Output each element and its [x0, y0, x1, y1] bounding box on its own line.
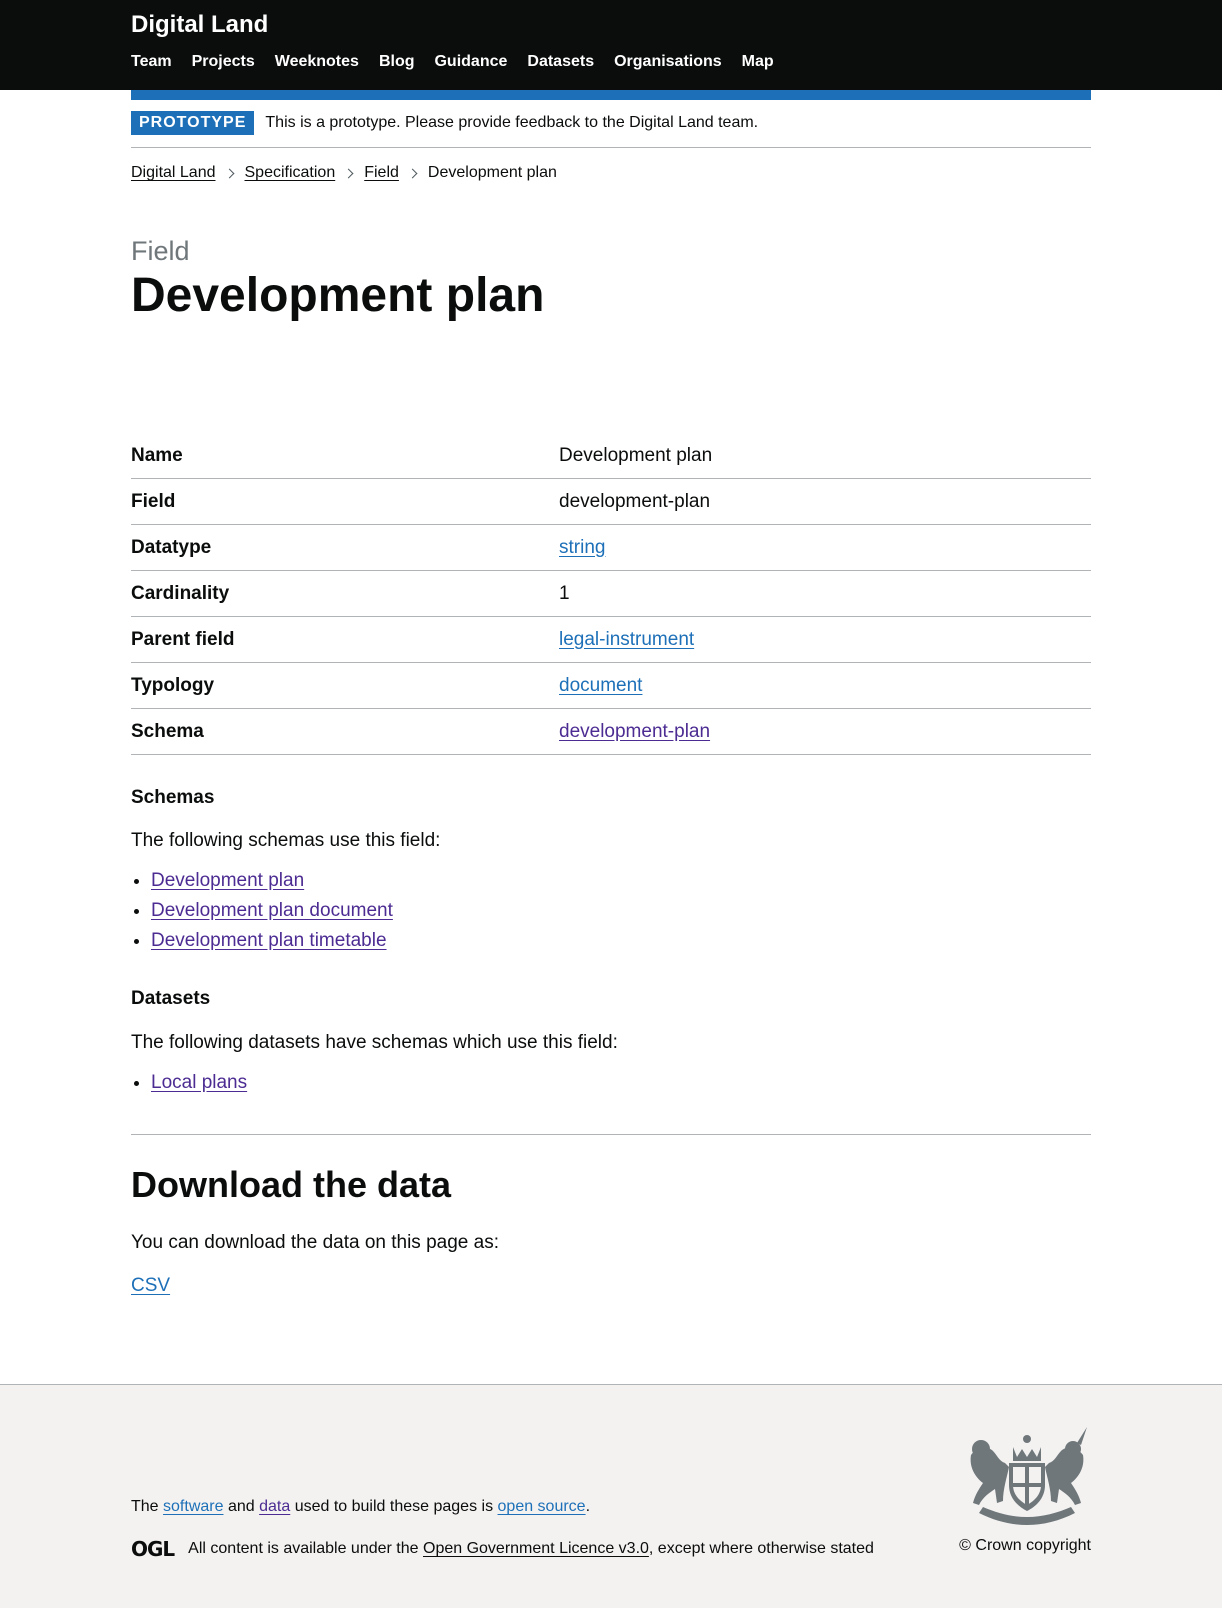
list-item: Local plans: [151, 1068, 1091, 1098]
nav-map[interactable]: Map: [742, 52, 774, 72]
summary-row-schema: Schema development-plan: [131, 709, 1091, 755]
summary-list: Name Development plan Field development-…: [131, 434, 1091, 755]
summary-row-name: Name Development plan: [131, 434, 1091, 479]
page-title: Development plan: [131, 269, 545, 322]
open-source-link[interactable]: open source: [498, 1498, 586, 1515]
nav-blog[interactable]: Blog: [379, 52, 415, 72]
breadcrumb-digital-land[interactable]: Digital Land: [131, 164, 216, 182]
software-link[interactable]: software: [163, 1498, 223, 1515]
schemas-intro: The following schemas use this field:: [131, 830, 441, 851]
list-item: Development plan document: [151, 896, 1091, 926]
download-intro: You can download the data on this page a…: [131, 1232, 499, 1253]
summary-value: development-plan: [559, 490, 711, 512]
schema-link-development-plan-document[interactable]: Development plan document: [151, 900, 393, 921]
summary-value: 1: [559, 582, 570, 604]
brand-link[interactable]: Digital Land: [131, 10, 268, 40]
main-nav: Team Projects Weeknotes Blog Guidance Da…: [131, 52, 1091, 72]
summary-row-parent-field: Parent field legal-instrument: [131, 617, 1091, 663]
chevron-right-icon: [343, 168, 354, 178]
chevron-right-icon: [407, 168, 418, 178]
ogl-logo-icon: OGL: [131, 1537, 175, 1561]
nav-weeknotes[interactable]: Weeknotes: [275, 52, 359, 72]
footer-licence: OGL All content is available under the O…: [131, 1537, 874, 1561]
summary-row-datatype: Datatype string: [131, 525, 1091, 571]
summary-row-typology: Typology document: [131, 663, 1091, 709]
datasets-intro: The following datasets have schemas whic…: [131, 1032, 618, 1053]
chevron-right-icon: [224, 168, 234, 178]
schemas-list: Development plan Development plan docume…: [131, 866, 1091, 956]
dataset-link-local-plans[interactable]: Local plans: [151, 1072, 247, 1093]
datasets-list: Local plans: [131, 1068, 1091, 1098]
list-item: Development plan timetable: [151, 926, 1091, 956]
summary-key: Schema: [131, 720, 204, 742]
summary-row-cardinality: Cardinality 1: [131, 571, 1091, 617]
section-divider: [131, 1134, 1091, 1135]
breadcrumb-field[interactable]: Field: [364, 164, 399, 182]
summary-value: Development plan: [559, 445, 713, 466]
breadcrumb: Digital Land Specification Field Develop…: [131, 164, 1091, 182]
summary-key: Datatype: [131, 536, 212, 558]
list-item: Development plan: [151, 866, 1091, 896]
prototype-tag: PROTOTYPE: [131, 111, 255, 135]
nav-projects[interactable]: Projects: [192, 52, 255, 72]
breadcrumb-current: Development plan: [427, 164, 557, 181]
summary-key: Cardinality: [131, 582, 230, 604]
datasets-heading: Datasets: [131, 988, 211, 1009]
nav-datasets[interactable]: Datasets: [527, 52, 594, 72]
royal-coat-of-arms-icon: [970, 1427, 1087, 1525]
site-header: Digital Land Team Projects Weeknotes Blo…: [0, 0, 1222, 90]
nav-organisations[interactable]: Organisations: [614, 52, 722, 72]
ogl-licence-link[interactable]: Open Government Licence v3.0: [423, 1540, 649, 1558]
footer-open-source-text: The software and data used to build thes…: [131, 1498, 591, 1515]
datatype-link[interactable]: string: [559, 537, 605, 558]
header-accent-bar: [131, 90, 1091, 100]
data-link[interactable]: data: [259, 1498, 290, 1515]
summary-row-field: Field development-plan: [131, 479, 1091, 525]
summary-key: Name: [131, 445, 183, 466]
page-caption: Field: [131, 236, 190, 266]
csv-download-link[interactable]: CSV: [131, 1275, 170, 1296]
summary-key: Typology: [131, 674, 215, 696]
crown-copyright-link[interactable]: © Crown copyright: [959, 1537, 1091, 1555]
download-heading: Download the data: [131, 1164, 452, 1205]
schema-link-development-plan[interactable]: Development plan: [151, 870, 304, 891]
site-footer: The software and data used to build thes…: [0, 1384, 1222, 1608]
typology-link[interactable]: document: [559, 675, 642, 696]
nav-guidance[interactable]: Guidance: [434, 52, 507, 72]
nav-team[interactable]: Team: [131, 52, 172, 72]
phase-text: This is a prototype. Please provide feed…: [265, 114, 759, 131]
summary-key: Parent field: [131, 628, 235, 650]
schemas-heading: Schemas: [131, 787, 215, 808]
phase-banner: PROTOTYPE This is a prototype. Please pr…: [131, 100, 1091, 148]
parent-field-link[interactable]: legal-instrument: [559, 629, 694, 650]
schema-link[interactable]: development-plan: [559, 721, 710, 742]
summary-key: Field: [131, 490, 176, 512]
breadcrumb-specification[interactable]: Specification: [245, 164, 336, 182]
schema-link-development-plan-timetable[interactable]: Development plan timetable: [151, 930, 387, 951]
